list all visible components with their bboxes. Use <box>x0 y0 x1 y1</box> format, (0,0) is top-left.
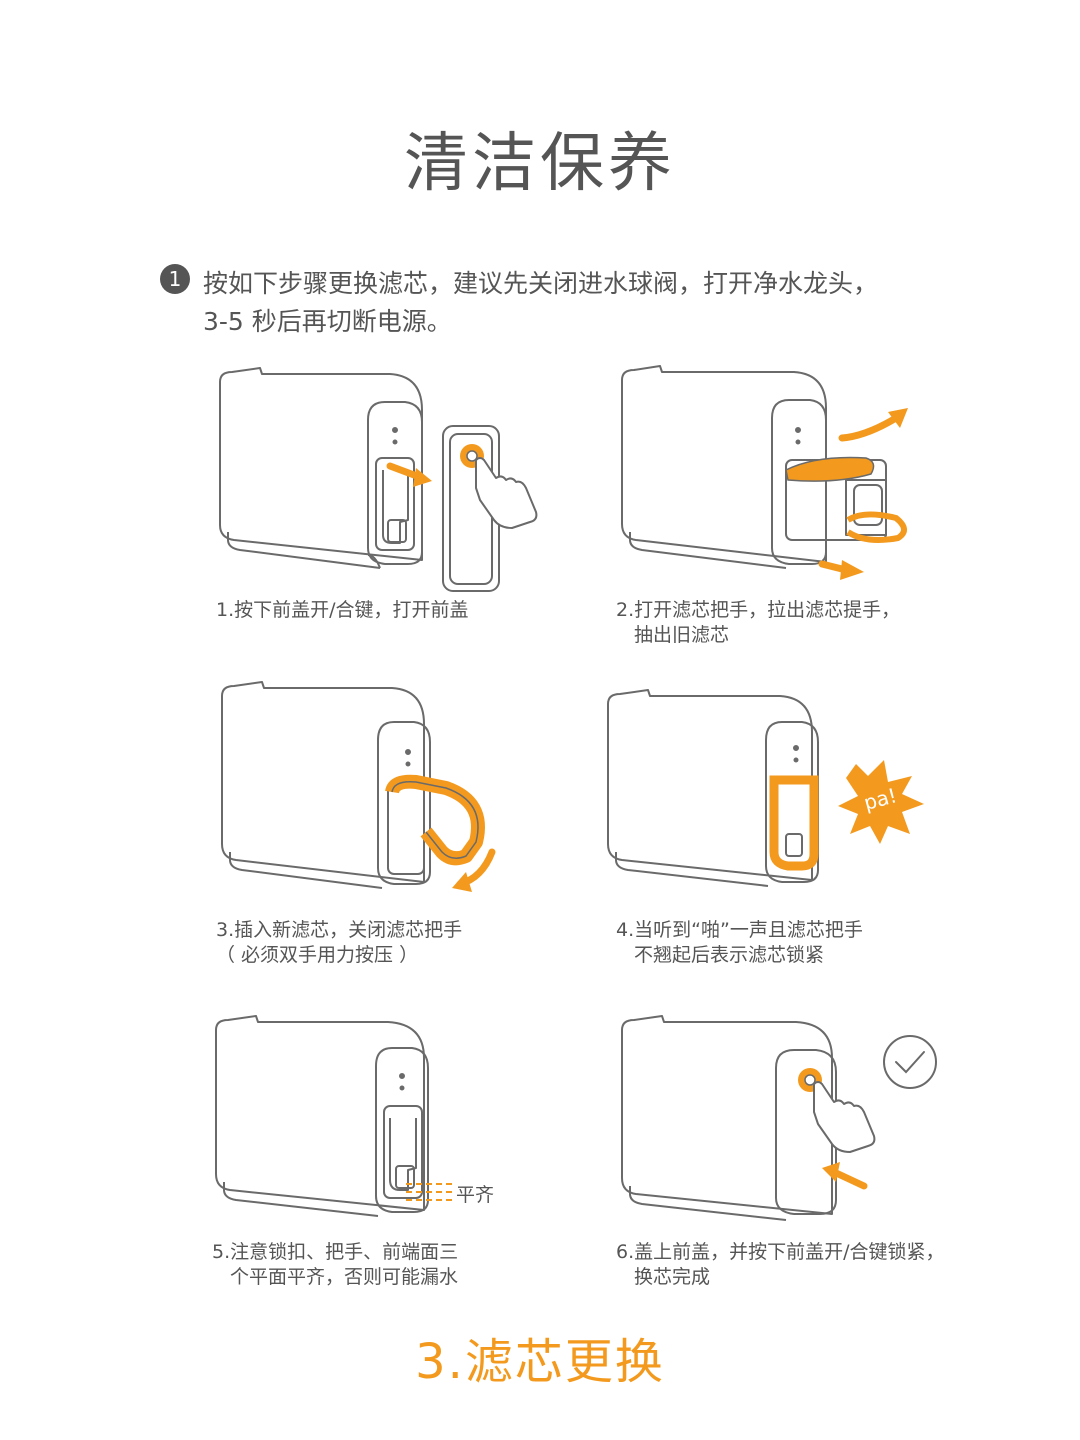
check-circle-icon <box>883 1035 937 1089</box>
step-5-caption-line-1: 5.注意锁扣、把手、前端面三 <box>212 1241 459 1263</box>
step-1-caption: 1.按下前盖开/合键，打开前盖 <box>216 598 469 623</box>
step-6-illustration <box>616 1010 946 1225</box>
align-label: 平齐 <box>456 1184 495 1206</box>
step-3-illustration <box>216 672 516 902</box>
step-number-badge: 1 <box>160 264 190 294</box>
step-1-illustration <box>200 360 560 600</box>
step-3-caption-line-2: （ 必须双手用力按压 ） <box>216 944 419 966</box>
step-1-caption-line-1: 1.按下前盖开/合键，打开前盖 <box>216 599 469 621</box>
step-4-illustration: pa! <box>606 684 936 894</box>
step-2-illustration <box>616 360 936 590</box>
purifier-closed-illustration <box>621 1015 937 1221</box>
step-3-caption: 3.插入新滤芯，关闭滤芯把手 （ 必须双手用力按压 ） <box>216 918 462 968</box>
step-2-caption: 2.打开滤芯把手，拉出滤芯提手， 抽出旧滤芯 <box>616 598 900 648</box>
purifier-locked-illustration: pa! <box>607 689 924 887</box>
hand-press-icon <box>813 1081 876 1153</box>
hand-press-icon <box>475 457 538 529</box>
intro-line-1: 按如下步骤更换滤芯，建议先关闭进水球阀，打开净水龙头， <box>203 269 879 298</box>
step-4-caption-line-1: 4.当听到“啪”一声且滤芯把手 <box>616 919 863 941</box>
page-title: 清洁保养 <box>404 127 676 201</box>
purifier-front-open-illustration <box>219 367 538 592</box>
intro-line-2: 3-5 秒后再切断电源。 <box>203 307 452 336</box>
step-6-caption-line-2: 换芯完成 <box>634 1266 711 1288</box>
section-title: 3.滤芯更换 <box>415 1334 665 1390</box>
step-4-caption-line-2: 不翘起后表示滤芯锁紧 <box>634 944 825 966</box>
step-6-caption-line-1: 6.盖上前盖，并按下前盖开/合键锁紧， <box>616 1241 945 1263</box>
step-2-caption-line-2: 抽出旧滤芯 <box>634 624 730 646</box>
step-4-caption: 4.当听到“啪”一声且滤芯把手 不翘起后表示滤芯锁紧 <box>616 918 863 968</box>
step-2-caption-line-1: 2.打开滤芯把手，拉出滤芯提手， <box>616 599 901 621</box>
step-3-caption-line-1: 3.插入新滤芯，关闭滤芯把手 <box>216 919 463 941</box>
purifier-filter-pull-illustration <box>621 365 908 580</box>
step-5-caption-line-2: 个平面平齐，否则可能漏水 <box>230 1266 459 1288</box>
step-6-caption: 6.盖上前盖，并按下前盖开/合键锁紧， 换芯完成 <box>616 1240 945 1290</box>
purifier-insert-filter-illustration <box>221 681 496 892</box>
step-5-caption: 5.注意锁扣、把手、前端面三 个平面平齐，否则可能漏水 <box>212 1240 458 1290</box>
